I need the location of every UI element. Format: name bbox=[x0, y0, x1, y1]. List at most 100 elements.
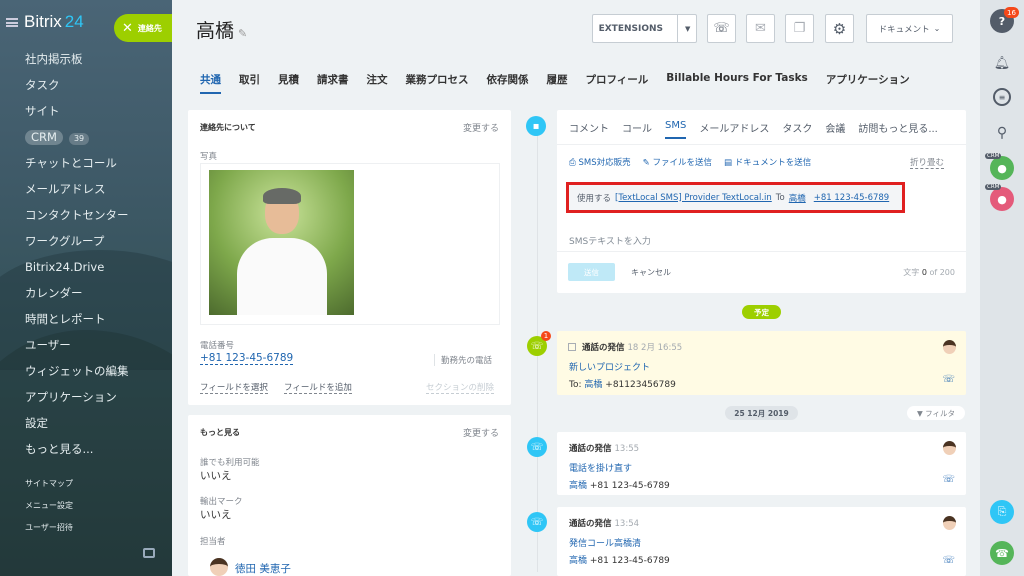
tab-visit-more[interactable]: 訪問もっと見る... bbox=[858, 120, 938, 139]
sitemap-link[interactable]: サイトマップ bbox=[25, 478, 73, 500]
event-subject-link[interactable]: 発信コール高橋清 bbox=[569, 536, 641, 549]
recipient-phone: +81123456789 bbox=[605, 380, 676, 390]
owner-avatar[interactable] bbox=[210, 558, 228, 576]
copy-icon[interactable]: ⎘ bbox=[990, 500, 1014, 524]
menu-burger-icon[interactable] bbox=[6, 17, 18, 27]
sidebar-item-calendar[interactable]: カレンダー bbox=[25, 284, 129, 310]
tab-profile[interactable]: プロフィール bbox=[586, 72, 649, 94]
contact-slider-button[interactable]: ✕ 連絡先 bbox=[114, 14, 172, 42]
tab-deals[interactable]: 取引 bbox=[239, 72, 260, 94]
recipient-phone: +81 123-45-6789 bbox=[589, 556, 670, 566]
logo[interactable]: Bitrix 24 bbox=[6, 12, 84, 32]
recipient-name[interactable]: 高橋 bbox=[569, 556, 587, 566]
sms-tools: ⎙ SMS対応販売 ✎ ファイルを送信 ▤ ドキュメントを送信 bbox=[569, 156, 823, 168]
chat-button[interactable]: ❐ bbox=[785, 14, 814, 43]
recent-contact-avatar[interactable]: ● bbox=[990, 187, 1014, 211]
sidebar-item-widgets[interactable]: ウィジェットの編集 bbox=[25, 362, 129, 388]
menu-settings-link[interactable]: メニュー設定 bbox=[25, 500, 73, 522]
send-file-button[interactable]: ✎ ファイルを送信 bbox=[643, 156, 712, 168]
cancel-button[interactable]: キャンセル bbox=[631, 267, 671, 278]
sidebar-item-chat[interactable]: チャットとコール bbox=[25, 154, 129, 180]
filter-button[interactable]: ▼ フィルタ bbox=[907, 406, 965, 420]
send-button[interactable]: 送信 bbox=[568, 263, 615, 281]
tab-email[interactable]: メールアドレス bbox=[699, 120, 769, 139]
phone-icon[interactable]: ☎ bbox=[990, 541, 1014, 565]
sidebar-item-drive[interactable]: Bitrix24.Drive bbox=[25, 258, 129, 284]
search-icon[interactable]: ⚲ bbox=[990, 121, 1014, 145]
bell-icon[interactable]: 🔔︎ bbox=[990, 51, 1014, 75]
sidebar-item-sites[interactable]: サイト bbox=[25, 102, 129, 128]
sidebar-item-tasks[interactable]: タスク bbox=[25, 76, 129, 102]
sidebar-item-users[interactable]: ユーザー bbox=[25, 336, 129, 362]
extensions-button[interactable]: EXTENSIONS ▼ bbox=[592, 14, 697, 43]
chevron-down-icon[interactable]: ▼ bbox=[685, 25, 690, 33]
invite-users-link[interactable]: ユーザー招待 bbox=[25, 522, 73, 544]
messages-icon[interactable]: ≡ bbox=[993, 88, 1011, 106]
send-document-button[interactable]: ▤ ドキュメントを送信 bbox=[724, 156, 811, 168]
owner-label: 担当者 bbox=[200, 537, 226, 547]
recent-contact-avatar[interactable]: ● bbox=[990, 156, 1014, 180]
tab-dependencies[interactable]: 依存関係 bbox=[487, 72, 529, 94]
tab-billable-hours[interactable]: Billable Hours For Tasks bbox=[666, 72, 808, 94]
event-subject-link[interactable]: 新しいプロジェクト bbox=[569, 360, 650, 373]
phone-icon[interactable]: ☏ bbox=[942, 374, 955, 385]
tab-quotes[interactable]: 見積 bbox=[278, 72, 299, 94]
contact-photo[interactable] bbox=[209, 170, 354, 315]
settings-button[interactable]: ⚙ bbox=[825, 14, 854, 43]
filter-label: フィルタ bbox=[925, 408, 956, 418]
recipient-phone-selector[interactable]: +81 123-45-6789 bbox=[814, 193, 889, 203]
sidebar-item-label: アプリケーション bbox=[25, 390, 117, 404]
edit-pencil-icon[interactable]: ✎ bbox=[238, 27, 247, 40]
sms-sales-button[interactable]: ⎙ SMS対応販売 bbox=[569, 156, 631, 168]
user-avatar[interactable] bbox=[943, 441, 956, 455]
phone-icon[interactable]: ☏ bbox=[942, 555, 955, 566]
tab-general[interactable]: 共通 bbox=[200, 72, 221, 94]
user-avatar[interactable] bbox=[943, 340, 956, 354]
tab-call[interactable]: コール bbox=[622, 120, 652, 139]
timeline-event[interactable]: 通話の発信 13:55 電話を掛け直す 高橋 +81 123-45-6789 ☏ bbox=[557, 432, 966, 495]
phone-value[interactable]: +81 123-45-6789 bbox=[200, 352, 294, 365]
sidebar-item-feed[interactable]: 社内掲示板 bbox=[25, 50, 129, 76]
printer-icon[interactable] bbox=[143, 548, 155, 558]
chat-icon: ❐ bbox=[793, 21, 806, 36]
tab-invoices[interactable]: 請求書 bbox=[317, 72, 349, 94]
call-button[interactable]: ☏ bbox=[707, 14, 736, 43]
sidebar-item-applications[interactable]: アプリケーション bbox=[25, 388, 129, 414]
recipient-name[interactable]: 高橋 bbox=[584, 380, 602, 390]
add-field-link[interactable]: フィールドを追加 bbox=[284, 381, 352, 394]
close-icon[interactable]: ✕ bbox=[122, 21, 133, 36]
tab-workflows[interactable]: 業務プロセス bbox=[406, 72, 469, 94]
tab-applications[interactable]: アプリケーション bbox=[826, 72, 910, 94]
event-subject-link[interactable]: 電話を掛け直す bbox=[569, 461, 632, 474]
sidebar-item-crm[interactable]: CRM 39 bbox=[25, 128, 129, 154]
sidebar-item-settings[interactable]: 設定 bbox=[25, 414, 129, 440]
tab-meeting[interactable]: 会議 bbox=[825, 120, 845, 139]
user-avatar[interactable] bbox=[943, 516, 956, 530]
tab-orders[interactable]: 注文 bbox=[367, 72, 388, 94]
timeline-event[interactable]: 通話の発信 13:54 発信コール高橋清 高橋 +81 123-45-6789 ☏ bbox=[557, 507, 966, 576]
recipient-name[interactable]: 高橋 bbox=[569, 481, 587, 491]
tab-sms[interactable]: SMS bbox=[665, 120, 687, 139]
recipient-selector[interactable]: 高橋 bbox=[789, 192, 806, 204]
owner-name[interactable]: 徳田 美恵子 bbox=[235, 561, 291, 576]
sidebar-item-contact-center[interactable]: コンタクトセンター bbox=[25, 206, 129, 232]
delete-section-link[interactable]: セクションの削除 bbox=[426, 381, 495, 394]
collapse-link[interactable]: 折り畳む bbox=[909, 156, 944, 169]
email-button[interactable]: ✉ bbox=[746, 14, 775, 43]
phone-icon[interactable]: ☏ bbox=[942, 474, 955, 485]
sidebar-item-more[interactable]: もっと見る... bbox=[25, 440, 129, 466]
provider-selector[interactable]: [TextLocal SMS] Provider TextLocal.in bbox=[615, 193, 772, 203]
edit-section-link[interactable]: 変更する bbox=[463, 426, 499, 439]
edit-section-link[interactable]: 変更する bbox=[463, 121, 499, 134]
documents-button[interactable]: ドキュメント ⌄ bbox=[866, 14, 953, 43]
tab-comment[interactable]: コメント bbox=[569, 120, 609, 139]
tab-task[interactable]: タスク bbox=[782, 120, 812, 139]
sidebar-item-mail[interactable]: メールアドレス bbox=[25, 180, 129, 206]
sidebar-item-workgroups[interactable]: ワークグループ bbox=[25, 232, 129, 258]
sms-text-input[interactable]: SMSテキストを入力 bbox=[569, 234, 651, 247]
sidebar-item-time-reports[interactable]: 時間とレポート bbox=[25, 310, 129, 336]
select-field-link[interactable]: フィールドを選択 bbox=[200, 381, 268, 394]
tab-history[interactable]: 履歴 bbox=[547, 72, 568, 94]
event-checkbox[interactable] bbox=[568, 343, 576, 351]
timeline-event-planned[interactable]: 通話の発信 18 2月 16:55 新しいプロジェクト To: 高橋 +81123… bbox=[557, 331, 966, 395]
